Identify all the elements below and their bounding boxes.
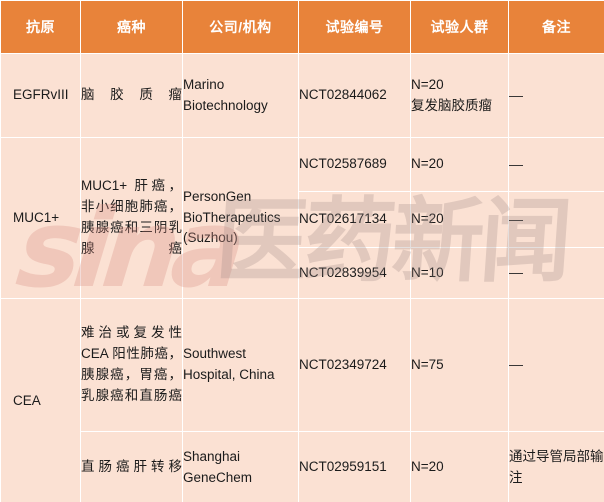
cell-cancer-cea-1: 难治或复发性CEA 阳性肺癌，胰腺癌，胃癌，乳腺癌和直肠癌 [80, 298, 183, 432]
dash-placeholder: — [509, 210, 523, 227]
cell-trial-id-muc1-2: NCT02617134 [298, 191, 411, 248]
cell-antigen-egfrviii: EGFRvIII [0, 53, 81, 138]
cell-trial-id-cea-1: NCT02349724 [298, 298, 411, 432]
clinical-trials-table-container: sina 医药新闻 抗原 癌种 公司/机构 试验编号 试验人群 备注 EGFRv… [0, 0, 604, 502]
column-header-company: 公司/机构 [182, 0, 299, 54]
dash-placeholder: — [509, 356, 523, 373]
cell-note-cea-2: 通过导管局部输注 [508, 431, 604, 502]
column-header-population: 试验人群 [410, 0, 509, 54]
population-count: N=20 [411, 76, 444, 92]
table-row: EGFRvIII 脑胶质瘤 Marino Biotechnology NCT02… [0, 53, 604, 138]
cell-note-muc1-1: — [508, 137, 604, 192]
cell-note-muc1-2: — [508, 191, 604, 248]
cell-population-muc1-2: N=20 [410, 191, 509, 248]
cell-cancer-egfrviii: 脑胶质瘤 [80, 53, 183, 138]
cell-population-cea-1: N=75 [410, 298, 509, 432]
dash-placeholder: — [509, 264, 523, 281]
cell-population-muc1-3: N=10 [410, 247, 509, 299]
cell-population-cea-2: N=20 [410, 431, 509, 502]
column-header-note: 备注 [508, 0, 604, 54]
column-header-cancer: 癌种 [80, 0, 183, 54]
cell-company-egfrviii: Marino Biotechnology [182, 53, 299, 138]
table-row: 直肠癌肝转移 Shanghai GeneChem NCT02959151 N=2… [1, 431, 604, 502]
cell-population-muc1-1: N=20 [410, 137, 509, 192]
cell-company-cea-2: Shanghai GeneChem [182, 431, 299, 502]
cell-trial-id-muc1-1: NCT02587689 [298, 137, 411, 192]
cell-note-cea-1: — [508, 298, 604, 432]
cell-antigen-cea: CEA [0, 298, 81, 502]
cell-cancer-cea-2: 直肠癌肝转移 [80, 431, 183, 502]
population-detail: 复发脑胶质瘤 [411, 97, 492, 113]
column-header-antigen: 抗原 [0, 0, 81, 54]
cell-company-muc1: PersonGen BioTherapeutics (Suzhou) [182, 137, 299, 299]
clinical-trials-table: 抗原 癌种 公司/机构 试验编号 试验人群 备注 EGFRvIII 脑胶质瘤 M… [0, 0, 604, 502]
dash-placeholder: — [509, 86, 523, 103]
cell-company-cea-1: Southwest Hospital, China [182, 298, 299, 432]
table-header-row: 抗原 癌种 公司/机构 试验编号 试验人群 备注 [0, 0, 604, 54]
cell-trial-id-cea-2: NCT02959151 [298, 431, 411, 502]
cell-trial-id-muc1-3: NCT02839954 [298, 247, 411, 299]
cell-note-muc1-3: — [508, 247, 604, 299]
column-header-trial-id: 试验编号 [298, 0, 411, 54]
table-row: MUC1+ MUC1+ 肝癌，非小细胞肺癌，胰腺癌和三阴乳腺癌 PersonGe… [0, 137, 604, 299]
cell-population-egfrviii: N=20 复发脑胶质瘤 [410, 53, 509, 138]
cell-antigen-muc1: MUC1+ [0, 137, 81, 299]
cell-cancer-muc1: MUC1+ 肝癌，非小细胞肺癌，胰腺癌和三阴乳腺癌 [80, 137, 183, 299]
dash-placeholder: — [509, 155, 523, 172]
cell-trial-id-egfrviii: NCT02844062 [298, 53, 411, 138]
table-row: CEA 难治或复发性CEA 阳性肺癌，胰腺癌，胃癌，乳腺癌和直肠癌 Southw… [0, 298, 604, 502]
cell-note-egfrviii: — [508, 53, 604, 138]
